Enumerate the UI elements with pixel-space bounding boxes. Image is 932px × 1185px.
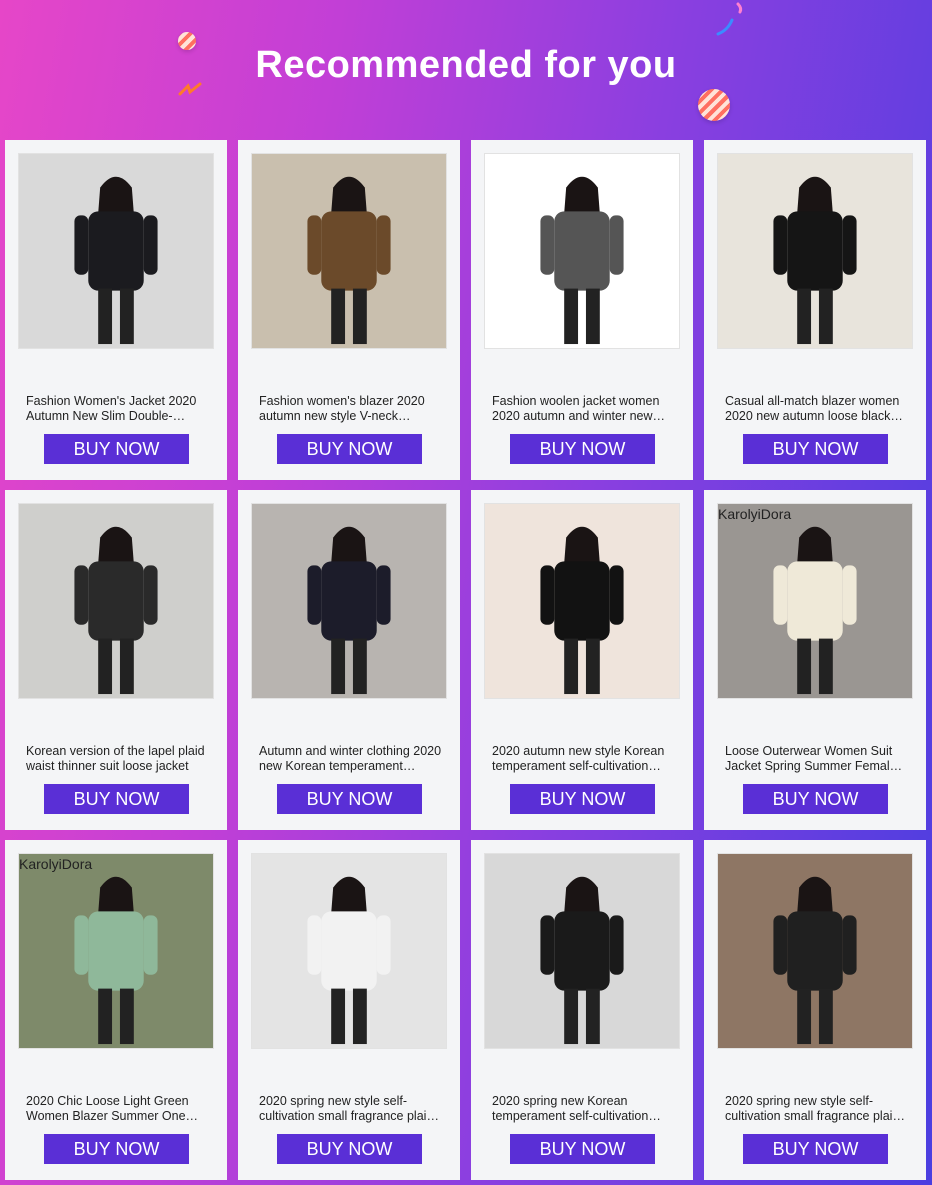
product-title[interactable]: 2020 spring new style self-cultivation s…: [725, 1094, 909, 1124]
product-card[interactable]: KarolyiDora Loose Outerwear Women Suit Ja…: [704, 490, 926, 830]
product-image[interactable]: [18, 153, 214, 349]
buy-now-button[interactable]: BUY NOW: [44, 784, 189, 814]
product-title[interactable]: 2020 autumn new style Korean temperament…: [492, 744, 676, 774]
product-image[interactable]: KarolyiDora: [717, 503, 913, 699]
buy-now-button[interactable]: BUY NOW: [277, 434, 422, 464]
header-banner: Recommended for you: [0, 0, 932, 140]
buy-now-button[interactable]: BUY NOW: [277, 784, 422, 814]
product-card[interactable]: Fashion women's blazer 2020 autumn new s…: [238, 140, 460, 480]
product-image[interactable]: [717, 153, 913, 349]
buy-now-button[interactable]: BUY NOW: [44, 1134, 189, 1164]
image-watermark: KarolyiDora: [19, 856, 93, 872]
product-title[interactable]: 2020 spring new Korean temperament self-…: [492, 1094, 676, 1124]
product-card[interactable]: 2020 spring new style self-cultivation s…: [238, 840, 460, 1180]
product-image[interactable]: [251, 153, 447, 349]
product-title[interactable]: Korean version of the lapel plaid waist …: [26, 744, 210, 774]
buy-now-button[interactable]: BUY NOW: [743, 784, 888, 814]
buy-now-button[interactable]: BUY NOW: [510, 1134, 655, 1164]
product-card[interactable]: Casual all-match blazer women 2020 new a…: [704, 140, 926, 480]
product-title[interactable]: 2020 spring new style self-cultivation s…: [259, 1094, 443, 1124]
buy-now-button[interactable]: BUY NOW: [743, 434, 888, 464]
product-card[interactable]: 2020 spring new Korean temperament self-…: [471, 840, 693, 1180]
product-title[interactable]: Autumn and winter clothing 2020 new Kore…: [259, 744, 443, 774]
product-image[interactable]: [251, 853, 447, 1049]
product-title[interactable]: Fashion Women's Jacket 2020 Autumn New S…: [26, 394, 210, 424]
buy-now-button[interactable]: BUY NOW: [743, 1134, 888, 1164]
streamer-icon: [716, 2, 743, 36]
product-image[interactable]: [484, 153, 680, 349]
product-title[interactable]: Fashion woolen jacket women 2020 autumn …: [492, 394, 676, 424]
product-title[interactable]: Fashion women's blazer 2020 autumn new s…: [259, 394, 443, 424]
product-title[interactable]: 2020 Chic Loose Light Green Women Blazer…: [26, 1094, 210, 1124]
product-image[interactable]: KarolyiDora: [18, 853, 214, 1049]
product-card[interactable]: Korean version of the lapel plaid waist …: [5, 490, 227, 830]
product-card[interactable]: Fashion Women's Jacket 2020 Autumn New S…: [5, 140, 227, 480]
product-image[interactable]: [484, 853, 680, 1049]
product-title[interactable]: Casual all-match blazer women 2020 new a…: [725, 394, 909, 424]
product-title[interactable]: Loose Outerwear Women Suit Jacket Spring…: [725, 744, 909, 774]
product-card[interactable]: Fashion woolen jacket women 2020 autumn …: [471, 140, 693, 480]
product-image[interactable]: [251, 503, 447, 699]
buy-now-button[interactable]: BUY NOW: [510, 784, 655, 814]
striped-ball-icon: [698, 89, 730, 121]
page-title: Recommended for you: [255, 44, 677, 86]
product-image[interactable]: [18, 503, 214, 699]
image-watermark: KarolyiDora: [718, 506, 792, 522]
product-image[interactable]: [484, 503, 680, 699]
product-card[interactable]: KarolyiDora 2020 Chic Loose Light Green W…: [5, 840, 227, 1180]
buy-now-button[interactable]: BUY NOW: [510, 434, 655, 464]
product-card[interactable]: 2020 spring new style self-cultivation s…: [704, 840, 926, 1180]
product-card[interactable]: 2020 autumn new style Korean temperament…: [471, 490, 693, 830]
buy-now-button[interactable]: BUY NOW: [277, 1134, 422, 1164]
buy-now-button[interactable]: BUY NOW: [44, 434, 189, 464]
product-image[interactable]: [717, 853, 913, 1049]
product-card[interactable]: Autumn and winter clothing 2020 new Kore…: [238, 490, 460, 830]
